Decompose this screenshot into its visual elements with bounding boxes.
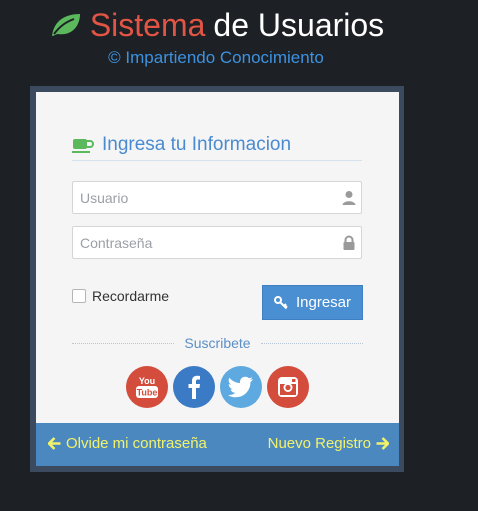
- remember-label: Recordarme: [92, 288, 170, 304]
- page-header: Sistema de Usuarios © Impartiendo Conoci…: [0, 0, 432, 68]
- divider-line-left: [72, 342, 175, 344]
- username-input[interactable]: [73, 182, 361, 213]
- password-input[interactable]: [73, 227, 361, 258]
- facebook-button[interactable]: [173, 366, 215, 408]
- title-brand: Sistema: [89, 7, 206, 43]
- arrow-left-icon: [48, 437, 61, 450]
- svg-text:Tube: Tube: [137, 388, 158, 398]
- username-field-wrapper: [72, 181, 362, 214]
- page-title: Sistema de Usuarios: [0, 4, 432, 46]
- forgot-password-link[interactable]: Olvide mi contraseña: [48, 435, 207, 452]
- svg-text:You: You: [139, 376, 155, 386]
- key-icon: [273, 295, 288, 309]
- remember-me[interactable]: Recordarme: [72, 288, 169, 304]
- login-button-label: Ingresar: [295, 294, 352, 311]
- divider-line-right: [260, 342, 363, 344]
- remember-checkbox[interactable]: [72, 289, 86, 303]
- forgot-password-label: Olvide mi contraseña: [66, 435, 207, 452]
- twitter-icon: [228, 376, 253, 398]
- youtube-icon: You Tube: [136, 376, 158, 398]
- login-card: Ingresa tu Informacion Recordarme Ingres…: [36, 92, 399, 423]
- coffee-cup-icon: [72, 139, 94, 153]
- form-heading-text: Ingresa tu Informacion: [102, 134, 292, 155]
- login-button[interactable]: Ingresar: [262, 285, 363, 320]
- password-field-wrapper: [72, 226, 362, 259]
- leaf-icon: [51, 14, 80, 36]
- instagram-icon: [278, 377, 298, 397]
- user-icon: [342, 191, 356, 205]
- lock-icon: [343, 235, 355, 250]
- subtitle: © Impartiendo Conocimiento: [108, 48, 324, 67]
- card-footer: Olvide mi contraseña Nuevo Registro: [36, 423, 399, 466]
- subscribe-divider: Suscribete: [72, 334, 363, 352]
- arrow-right-icon: [376, 437, 389, 450]
- subscribe-label: Suscribete: [184, 335, 251, 351]
- register-label: Nuevo Registro: [267, 435, 371, 452]
- youtube-button[interactable]: You Tube: [126, 366, 168, 408]
- title-rest: de Usuarios: [213, 7, 385, 43]
- instagram-button[interactable]: [267, 366, 309, 408]
- twitter-button[interactable]: [220, 366, 262, 408]
- facebook-icon: [188, 375, 200, 399]
- form-heading: Ingresa tu Informacion: [72, 130, 362, 161]
- register-link[interactable]: Nuevo Registro: [268, 435, 389, 452]
